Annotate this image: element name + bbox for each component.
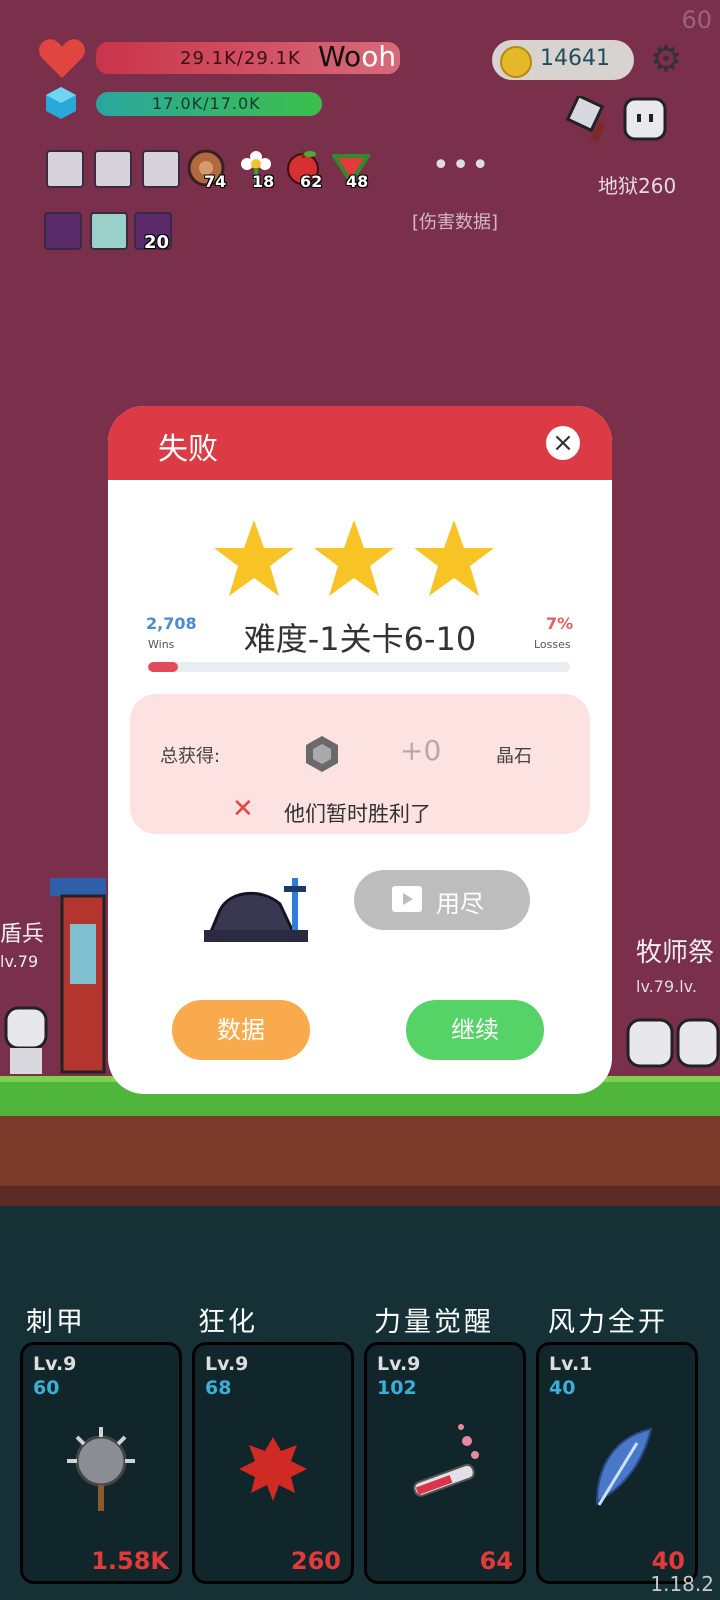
cross-icon: ✕ <box>232 794 254 824</box>
fps-counter: 60 <box>681 6 712 34</box>
loss-bar-fill <box>148 662 178 672</box>
priest-sprite <box>626 1010 720 1076</box>
item-slot[interactable] <box>46 150 84 188</box>
skill-card[interactable]: Lv.9 102 64 <box>364 1342 526 1584</box>
item-slot[interactable] <box>142 150 180 188</box>
hp-text: 29.1K/29.1K <box>180 48 301 69</box>
skill-card[interactable]: Lv.9 60 1.58K <box>20 1342 182 1584</box>
skill-name: 力量觉醒 <box>374 1307 494 1338</box>
buff-count: 20 <box>144 232 170 253</box>
star-icon <box>314 520 394 596</box>
reward-name: 晶石 <box>496 746 532 767</box>
skill-value: 60 <box>33 1377 60 1399</box>
star-icon <box>414 520 494 596</box>
spiked-mace-icon <box>61 1423 141 1513</box>
item-count: 48 <box>346 172 369 191</box>
skill-name: 狂化 <box>198 1307 258 1338</box>
enemy-name-right: 牧师祭 lv.79.lv. <box>636 938 715 996</box>
cleaver-icon[interactable] <box>565 93 616 144</box>
version-label: 1.18.2 <box>650 1572 714 1596</box>
reward-label: 总获得: <box>160 746 221 767</box>
dirt-ground <box>0 1116 720 1186</box>
feather-icon <box>577 1423 657 1513</box>
gem-icon <box>302 734 342 783</box>
crystal-icon <box>44 86 78 120</box>
skill-level: Lv.9 <box>377 1353 421 1375</box>
data-button[interactable]: 数据 <box>172 1000 310 1060</box>
skill-card[interactable]: Lv.1 40 40 <box>536 1342 698 1584</box>
buff-slot[interactable] <box>44 212 82 250</box>
skill-cost: 40 <box>651 1547 685 1575</box>
skill-value: 102 <box>377 1377 417 1399</box>
watch-ad-label: 用尽 <box>436 890 484 918</box>
dirt-edge <box>0 1186 720 1206</box>
reward-box: 总获得: +0 晶石 ✕ 他们暂时胜利了 <box>130 694 590 834</box>
item-slot[interactable] <box>94 150 132 188</box>
star-icon <box>214 520 294 596</box>
skill-name: 风力全开 <box>548 1307 668 1338</box>
enemy-sprite <box>0 1000 60 1076</box>
watch-ad-button[interactable]: 用尽 <box>354 870 530 930</box>
skill-value: 40 <box>549 1377 576 1399</box>
skill-level: Lv.9 <box>33 1353 77 1375</box>
heart-icon <box>38 36 86 80</box>
skill-card[interactable]: Lv.9 68 260 <box>192 1342 354 1584</box>
losses-value: 7% <box>546 614 574 633</box>
coin-icon <box>500 46 532 78</box>
wooh-text: Wooh <box>318 40 397 73</box>
blood-splat-icon <box>233 1423 313 1513</box>
skill-cost: 260 <box>290 1547 341 1575</box>
win-loss-bar <box>148 662 570 672</box>
close-icon[interactable]: × <box>546 426 580 460</box>
item-count: 74 <box>204 172 227 191</box>
helmet-sword-icon <box>204 870 320 948</box>
more-dots[interactable]: ••• <box>432 148 491 183</box>
item-count: 62 <box>300 172 323 191</box>
potion-vial-icon <box>405 1423 485 1513</box>
skill-name: 刺甲 <box>26 1307 86 1338</box>
dialog-header: 失败 × <box>108 406 612 480</box>
skill-level: Lv.9 <box>205 1353 249 1375</box>
ghost-icon[interactable] <box>622 96 668 142</box>
enemy-name-left: 盾兵 lv.79 <box>0 922 45 971</box>
reward-amount: +0 <box>400 734 442 767</box>
continue-button[interactable]: 继续 <box>406 1000 544 1060</box>
buff-slot[interactable] <box>90 212 128 250</box>
item-count: 18 <box>252 172 275 191</box>
gear-icon[interactable]: ⚙ <box>647 41 685 79</box>
damage-data-link[interactable]: [伤害数据] <box>412 208 498 234</box>
coin-amount: 14641 <box>540 46 610 71</box>
losses-label: Losses <box>534 638 571 651</box>
skill-cost: 64 <box>479 1547 513 1575</box>
skill-value: 68 <box>205 1377 232 1399</box>
skill-level: Lv.1 <box>549 1353 593 1375</box>
hell-level-label: 地狱260 <box>598 174 677 198</box>
video-icon <box>392 886 422 912</box>
mp-text: 17.0K/17.0K <box>152 94 261 113</box>
skill-cost: 1.58K <box>91 1547 169 1575</box>
dialog-title: 失败 <box>158 432 218 467</box>
stage-label: 难度-1关卡6-10 <box>243 620 477 658</box>
result-message: 他们暂时胜利了 <box>284 802 431 826</box>
result-dialog: 失败 × 2,708 Wins 难度-1关卡6-10 7% Losses 总获得… <box>108 406 612 1094</box>
rating-stars <box>212 518 512 598</box>
